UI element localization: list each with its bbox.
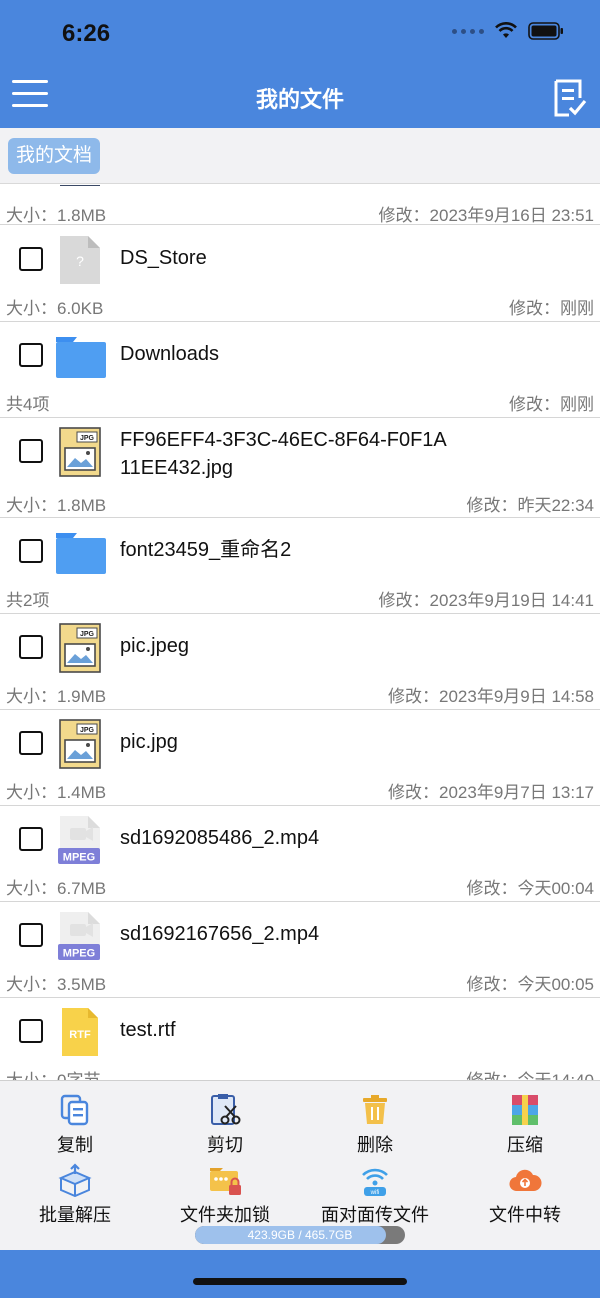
copy-icon	[60, 1094, 89, 1126]
select-checkbox[interactable]	[19, 343, 43, 367]
file-name: sd1692167656_2.mp4	[120, 923, 320, 945]
file-list[interactable]: 大小：1.8MB 修改：2023年9月16日 23:51 ? DS_Store …	[0, 185, 600, 1080]
folder-icon	[55, 330, 106, 382]
cut-button[interactable]: 剪切	[150, 1093, 300, 1157]
home-indicator-area	[0, 1250, 600, 1298]
storage-usage-text: 423.9GB / 465.7GB	[247, 1228, 353, 1242]
mpeg-file-icon: MPEG	[55, 814, 105, 866]
file-modified: 修改：2023年9月19日 14:41	[378, 591, 594, 610]
list-item[interactable]: MPEG sd1692085486_2.mp4 大小：6.7MB 修改：今天00:…	[0, 806, 600, 902]
file-name: pic.jpeg	[120, 635, 189, 657]
file-name: test.rtf	[120, 1019, 176, 1041]
file-size: 大小：1.8MB	[6, 206, 107, 225]
select-checkbox[interactable]	[19, 247, 43, 271]
status-time: 6:26	[62, 20, 111, 47]
svg-text:RTF: RTF	[69, 1029, 91, 1041]
svg-text:JPG: JPG	[80, 631, 95, 638]
item-count: 共2项	[6, 591, 50, 610]
home-indicator[interactable]	[193, 1278, 407, 1285]
file-size: 大小：3.5MB	[6, 975, 107, 994]
list-item[interactable]: JPG FF96EFF4-3F3C-46EC-8F64-F0F1A11EE432…	[0, 418, 600, 518]
battery-icon	[528, 22, 564, 40]
file-modified: 修改：2023年9月9日 14:58	[388, 687, 594, 706]
file-size: 大小：1.4MB	[6, 783, 107, 802]
breadcrumb: 我的文档	[0, 128, 600, 184]
batch-extract-button[interactable]: 批量解压	[0, 1163, 150, 1227]
item-count: 共4项	[6, 395, 50, 414]
svg-text:JPG: JPG	[80, 727, 95, 734]
file-name: FF96EFF4-3F3C-46EC-8F64-F0F1A11EE432.jpg	[120, 429, 447, 479]
file-size: 大小：1.9MB	[6, 687, 107, 706]
svg-text:MPEG: MPEG	[63, 948, 95, 960]
list-item[interactable]: ? DS_Store 大小：6.0KB 修改：刚刚	[0, 226, 600, 322]
storage-usage-bar: 423.9GB / 465.7GB	[195, 1226, 405, 1244]
unknown-file-icon: ?	[55, 234, 105, 286]
wifi-icon	[494, 22, 518, 40]
signal-dots-icon	[452, 28, 484, 34]
unbox-icon	[58, 1163, 92, 1197]
file-size: 大小：6.7MB	[6, 879, 107, 898]
file-name: pic.jpg	[120, 731, 178, 753]
file-modified: 修改：2023年9月16日 23:51	[378, 206, 594, 225]
file-size: 大小：1.8MB	[6, 496, 107, 515]
select-checkbox[interactable]	[19, 539, 43, 563]
action-toolbar: 复制 剪切 删除 压缩 批量解压 文件夹加锁 wifi 面对面传文件 文件中转 …	[0, 1080, 600, 1250]
select-checkbox[interactable]	[19, 439, 43, 463]
file-name: DS_Store	[120, 247, 207, 269]
breadcrumb-current[interactable]: 我的文档	[8, 138, 101, 174]
file-modified: 修改：2023年9月7日 13:17	[388, 783, 594, 802]
list-item-partial[interactable]: 大小：1.8MB 修改：2023年9月16日 23:51	[0, 185, 600, 225]
file-modified: 修改：刚刚	[509, 299, 594, 318]
select-checkbox[interactable]	[19, 827, 43, 851]
file-modified: 修改：昨天22:34	[466, 496, 594, 515]
jpg-file-icon: JPG	[55, 622, 105, 674]
file-modified: 修改：今天00:05	[466, 975, 594, 994]
file-transfer-button[interactable]: 文件中转	[450, 1163, 600, 1227]
folder-icon	[55, 526, 106, 578]
wifi-transfer-icon: wifi	[362, 1168, 388, 1196]
compress-button[interactable]: 压缩	[450, 1093, 600, 1157]
page-title: 我的文件	[255, 87, 344, 112]
status-icons	[452, 22, 564, 40]
delete-button[interactable]: 删除	[300, 1093, 450, 1157]
app-header: 6:26 我的文件	[0, 0, 600, 128]
list-item[interactable]: MPEG sd1692167656_2.mp4 大小：3.5MB 修改：今天00:…	[0, 902, 600, 998]
cloud-upload-icon	[509, 1169, 542, 1192]
copy-button[interactable]: 复制	[0, 1093, 150, 1157]
folder-name: font23459_重命名2	[120, 539, 292, 561]
svg-text:MPEG: MPEG	[63, 852, 95, 864]
svg-text:JPG: JPG	[80, 435, 95, 442]
trash-icon	[363, 1095, 387, 1124]
file-name: sd1692085486_2.mp4	[120, 827, 320, 849]
file-modified: 修改：今天14:40	[466, 1066, 594, 1080]
file-size: 大小：0字节	[6, 1066, 100, 1080]
select-checkbox[interactable]	[19, 635, 43, 659]
file-modified: 修改：今天00:04	[466, 879, 594, 898]
file-size: 大小：6.0KB	[6, 299, 104, 318]
list-item[interactable]: JPG pic.jpeg 大小：1.9MB 修改：2023年9月9日 14:58	[0, 614, 600, 710]
rtf-file-icon: RTF	[55, 1006, 105, 1058]
select-checkbox[interactable]	[19, 923, 43, 947]
list-item[interactable]: font23459_重命名2 共2项 修改：2023年9月19日 14:41	[0, 518, 600, 614]
folder-name: Downloads	[120, 343, 219, 365]
list-item[interactable]: Downloads 共4项 修改：刚刚	[0, 322, 600, 418]
archive-icon	[512, 1095, 538, 1125]
scissors-icon	[211, 1094, 241, 1125]
list-item[interactable]: JPG pic.jpg 大小：1.4MB 修改：2023年9月7日 13:17	[0, 710, 600, 806]
list-item[interactable]: RTF test.rtf 大小：0字节 修改：今天14:40	[0, 998, 600, 1080]
jpg-file-icon: JPG	[55, 718, 105, 770]
checklist-edit-icon[interactable]	[552, 78, 588, 118]
face-transfer-button[interactable]: wifi 面对面传文件	[300, 1163, 450, 1227]
svg-text:?: ?	[76, 253, 84, 269]
jpg-file-icon: JPG	[55, 426, 105, 478]
folder-lock-icon	[210, 1168, 241, 1195]
select-checkbox[interactable]	[19, 731, 43, 755]
select-checkbox[interactable]	[19, 1019, 43, 1043]
svg-text:wifi: wifi	[370, 1190, 380, 1196]
file-modified: 修改：刚刚	[509, 395, 594, 414]
folder-lock-button[interactable]: 文件夹加锁	[150, 1163, 300, 1227]
mpeg-file-icon: MPEG	[55, 910, 105, 962]
